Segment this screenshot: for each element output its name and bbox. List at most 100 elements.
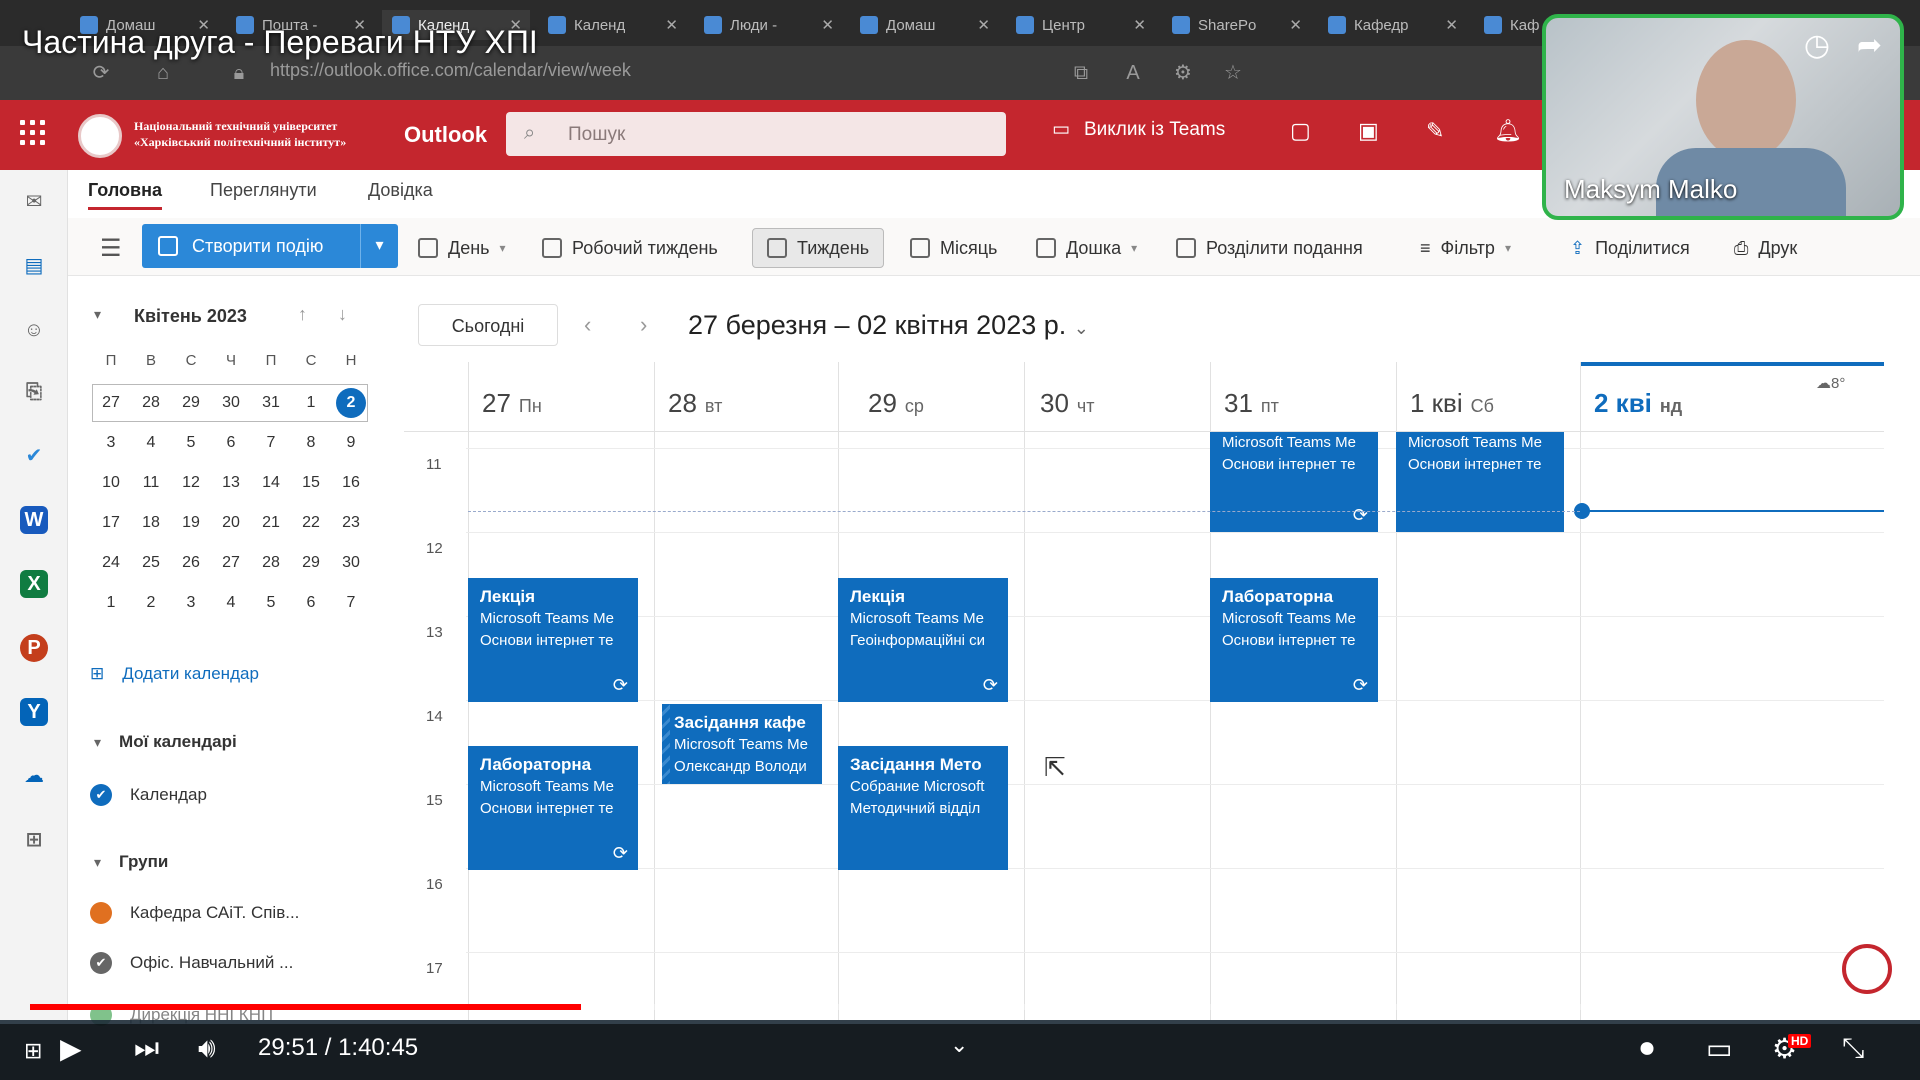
day-header[interactable]: 2 кві нд xyxy=(1594,388,1682,419)
mini-calendar-day[interactable]: 4 xyxy=(216,588,246,618)
mini-calendar-day[interactable]: 28 xyxy=(136,388,166,418)
mini-calendar-day[interactable]: 29 xyxy=(176,388,206,418)
my-day-icon[interactable]: ✎ xyxy=(1426,118,1444,144)
onedrive-icon[interactable]: ☁ xyxy=(20,762,48,790)
mini-calendar-day[interactable]: 27 xyxy=(216,548,246,578)
read-aloud-icon[interactable]: A xyxy=(1120,60,1146,86)
close-icon[interactable]: ✕ xyxy=(977,16,990,34)
close-icon[interactable]: ✕ xyxy=(1133,16,1146,34)
mini-calendar-day[interactable]: 24 xyxy=(96,548,126,578)
week-view-button[interactable]: Тиждень xyxy=(752,228,885,268)
event-block[interactable]: Microsoft Teams Me Основи інтернет те xyxy=(1396,432,1564,532)
add-calendar-link[interactable]: ⊞ Додати календар xyxy=(90,664,259,684)
extensions-icon[interactable]: ⚙ xyxy=(1170,60,1196,86)
volume-icon[interactable]: 🔊︎ xyxy=(198,1032,216,1065)
day-header[interactable]: 31 пт xyxy=(1224,388,1279,419)
browser-tab[interactable]: Люди - ✕ xyxy=(694,10,842,40)
day-column[interactable] xyxy=(1580,362,1884,1020)
attachment-icon[interactable]: ⎘ xyxy=(20,378,48,406)
search-input[interactable]: ⌕ Пошук xyxy=(506,112,1006,156)
mini-calendar-day[interactable]: 2 xyxy=(136,588,166,618)
close-icon[interactable]: ✕ xyxy=(1289,16,1302,34)
mini-calendar-day[interactable]: 16 xyxy=(336,468,366,498)
autoplay-toggle[interactable]: ⏺ xyxy=(1640,1032,1654,1065)
excel-icon[interactable]: X xyxy=(20,570,48,598)
mini-calendar-day[interactable]: 5 xyxy=(176,428,206,458)
more-apps-icon[interactable]: ⊞ xyxy=(20,826,48,854)
month-view-button[interactable]: Місяць xyxy=(910,228,997,268)
event-block[interactable]: Лекція Microsoft Teams Me Основи інтернет … xyxy=(468,578,638,702)
mini-calendar-day[interactable]: 3 xyxy=(96,428,126,458)
mini-calendar-day[interactable]: 2 xyxy=(336,388,366,418)
browser-tab[interactable]: SharePo ✕ xyxy=(1162,10,1310,40)
exit-fullscreen-icon[interactable]: ⤡ xyxy=(1842,1032,1864,1065)
powerpoint-icon[interactable]: P xyxy=(20,634,48,662)
arrow-down-icon[interactable]: ↓ xyxy=(338,304,347,325)
mini-calendar-day[interactable]: 20 xyxy=(216,508,246,538)
browser-tab[interactable]: Календ ✕ xyxy=(538,10,686,40)
chevron-left-icon[interactable]: ‹ xyxy=(584,312,591,338)
mini-calendar-day[interactable]: 14 xyxy=(256,468,286,498)
calendar-icon[interactable]: ▤ xyxy=(20,252,48,280)
mini-calendar-day[interactable]: 17 xyxy=(96,508,126,538)
work-week-view-button[interactable]: Робочий тиждень xyxy=(542,228,718,268)
mini-calendar-day[interactable]: 5 xyxy=(256,588,286,618)
date-range-title[interactable]: 27 березня – 02 квітня 2023 р. ⌄ xyxy=(688,310,1089,341)
chevron-down-icon[interactable]: ▾ xyxy=(94,306,101,323)
mini-calendar-day[interactable]: 6 xyxy=(296,588,326,618)
mini-calendar-day[interactable]: 25 xyxy=(136,548,166,578)
new-event-dropdown[interactable]: ▾ xyxy=(360,224,398,268)
people-icon[interactable]: ☺ xyxy=(20,316,48,344)
hamburger-icon[interactable]: ☰ xyxy=(100,228,122,268)
group-item[interactable]: ✔ Офіс. Навчальний ... xyxy=(90,952,293,974)
tab-help[interactable]: Довідка xyxy=(368,180,433,201)
url-field[interactable]: https://outlook.office.com/calendar/view… xyxy=(270,60,631,81)
mail-icon[interactable]: ✉ xyxy=(20,188,48,216)
event-block[interactable]: Засідання Мето Собрание Microsoft Методичн… xyxy=(838,746,1008,870)
teams-call-button[interactable]: ▭ Виклик із Teams xyxy=(1052,118,1225,141)
mini-calendar-day[interactable]: 30 xyxy=(336,548,366,578)
channel-logo[interactable] xyxy=(1842,944,1892,994)
refresh-icon[interactable]: ⟳ xyxy=(88,60,114,86)
clock-icon[interactable]: ◷ xyxy=(1804,28,1830,63)
day-column[interactable] xyxy=(1024,362,1210,1020)
yammer-icon[interactable]: Y xyxy=(20,698,48,726)
mini-calendar-day[interactable]: 15 xyxy=(296,468,326,498)
browser-tab[interactable]: Кафедр ✕ xyxy=(1318,10,1466,40)
mini-calendar-day[interactable]: 27 xyxy=(96,388,126,418)
event-block[interactable]: Лекція Microsoft Teams Me Геоінформаційні … xyxy=(838,578,1008,702)
event-block[interactable]: Засідання кафе Microsoft Teams Me Олександ… xyxy=(656,704,822,784)
mini-calendar-day[interactable]: 28 xyxy=(256,548,286,578)
my-calendars-section[interactable]: ▾ Мої календарі xyxy=(94,732,237,752)
share-button[interactable]: ⇪ Поділитися xyxy=(1570,228,1690,268)
filter-button[interactable]: ≡ Фільтр ▾ xyxy=(1420,228,1511,268)
next-icon[interactable]: ⏭ xyxy=(134,1032,159,1065)
chat-icon[interactable]: ▢ xyxy=(1290,118,1311,144)
browser-tab[interactable]: Домаш ✕ xyxy=(850,10,998,40)
mini-calendar-day[interactable]: 9 xyxy=(336,428,366,458)
mini-calendar-day[interactable]: 18 xyxy=(136,508,166,538)
mini-calendar-day[interactable]: 29 xyxy=(296,548,326,578)
mini-calendar-day[interactable]: 3 xyxy=(176,588,206,618)
day-column[interactable] xyxy=(654,362,838,1020)
play-icon[interactable]: ▶ xyxy=(60,1032,82,1065)
arrow-up-icon[interactable]: ↑ xyxy=(298,304,307,325)
event-block[interactable]: Лабораторна Microsoft Teams Me Основи інте… xyxy=(1210,578,1378,702)
chevron-down-icon[interactable]: ⌄ xyxy=(950,1032,968,1058)
board-view-button[interactable]: Дошка ▾ xyxy=(1036,228,1137,268)
split-view-button[interactable]: Розділити подання xyxy=(1176,228,1363,268)
calendar-item[interactable]: ✔ Календар xyxy=(90,784,207,806)
mini-calendar-day[interactable]: 1 xyxy=(296,388,326,418)
mini-calendar-day[interactable]: 26 xyxy=(176,548,206,578)
event-block[interactable]: Microsoft Teams Me Основи інтернет те ⟳ xyxy=(1210,432,1378,532)
mini-calendar-day[interactable]: 13 xyxy=(216,468,246,498)
mini-calendar-day[interactable]: 7 xyxy=(256,428,286,458)
chevron-right-icon[interactable]: › xyxy=(640,312,647,338)
windows-start-icon[interactable]: ⊞ xyxy=(24,1038,42,1064)
open-app-icon[interactable]: ⧉ xyxy=(1068,60,1094,86)
mini-calendar-day[interactable]: 1 xyxy=(96,588,126,618)
app-title[interactable]: Outlook xyxy=(404,122,487,148)
day-header[interactable]: 1 кві Сб xyxy=(1410,388,1494,419)
university-logo[interactable] xyxy=(78,114,122,158)
print-button[interactable]: ⎙ Друк xyxy=(1734,228,1797,268)
